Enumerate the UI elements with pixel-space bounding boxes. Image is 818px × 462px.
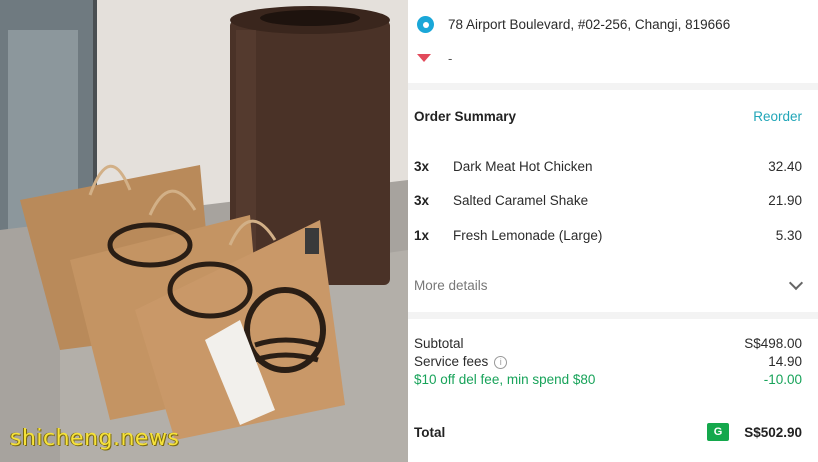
promo-value: -10.00 xyxy=(763,372,802,387)
delivery-address-card: 78 Airport Boulevard, #02-256, Changi, 8… xyxy=(408,0,818,83)
watermark-text: shicheng.news xyxy=(10,426,180,451)
more-details-toggle[interactable]: More details xyxy=(408,274,818,298)
bags-photo-illustration xyxy=(0,0,408,462)
chevron-down-icon xyxy=(788,275,804,291)
order-item-row: 3x Dark Meat Hot Chicken 32.40 xyxy=(408,159,818,179)
location-pin-icon xyxy=(417,16,434,33)
order-photo: shicheng.news xyxy=(0,0,408,462)
service-fees-row: Service fees i 14.90 xyxy=(408,354,818,372)
total-value: S$502.90 xyxy=(744,425,802,440)
dropoff-arrow-icon xyxy=(417,54,431,62)
order-summary-title: Order Summary xyxy=(414,109,517,124)
order-details-panel: 78 Airport Boulevard, #02-256, Changi, 8… xyxy=(408,0,818,462)
totals-card: Subtotal S$498.00 Service fees i 14.90 $1… xyxy=(408,319,818,462)
info-icon[interactable]: i xyxy=(494,356,508,369)
payment-method-badge: G xyxy=(707,423,729,441)
item-quantity: 1x xyxy=(414,228,430,243)
promo-label: $10 off del fee, min spend $80 xyxy=(414,372,596,387)
service-fees-label: Service fees xyxy=(414,354,489,369)
order-item-row: 1x Fresh Lemonade (Large) 5.30 xyxy=(408,228,818,248)
order-summary-card: Order Summary Reorder 3x Dark Meat Hot C… xyxy=(408,90,818,312)
item-name: Salted Caramel Shake xyxy=(453,193,589,208)
total-label: Total xyxy=(414,425,446,440)
more-details-label: More details xyxy=(414,278,488,293)
item-quantity: 3x xyxy=(414,193,430,208)
item-price: 21.90 xyxy=(768,193,802,208)
dropoff-note: - xyxy=(448,51,453,66)
subtotal-label: Subtotal xyxy=(414,336,464,351)
promo-row: $10 off del fee, min spend $80 -10.00 xyxy=(408,372,818,390)
item-quantity: 3x xyxy=(414,159,430,174)
service-fees-value: 14.90 xyxy=(768,354,802,369)
item-price: 32.40 xyxy=(768,159,802,174)
subtotal-row: Subtotal S$498.00 xyxy=(408,336,818,354)
delivery-address: 78 Airport Boulevard, #02-256, Changi, 8… xyxy=(448,17,731,32)
subtotal-value: S$498.00 xyxy=(744,336,802,351)
service-fees-label-group: Service fees i xyxy=(414,354,508,369)
item-price: 5.30 xyxy=(775,228,802,243)
order-item-row: 3x Salted Caramel Shake 21.90 xyxy=(408,193,818,213)
item-name: Fresh Lemonade (Large) xyxy=(453,228,603,243)
item-name: Dark Meat Hot Chicken xyxy=(453,159,593,174)
reorder-button[interactable]: Reorder xyxy=(753,109,802,124)
